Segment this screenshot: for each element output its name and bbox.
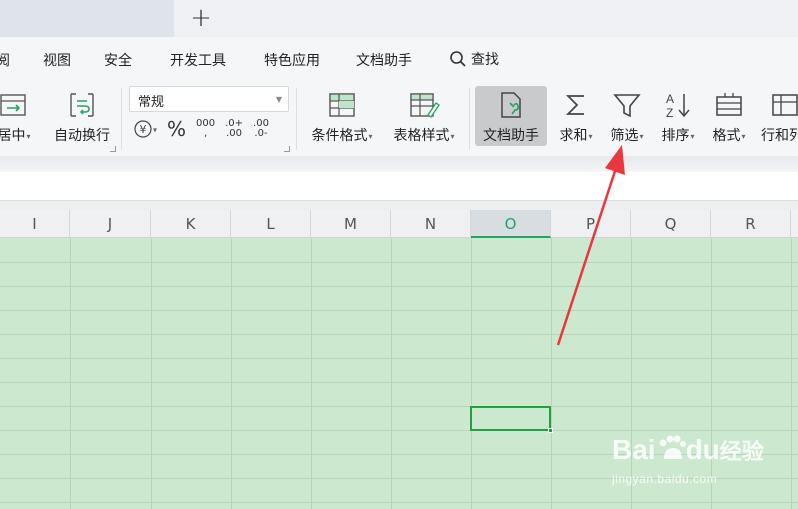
thousands-comma: , bbox=[203, 128, 208, 139]
column-header-row: I J K L M N O P Q R bbox=[0, 210, 798, 238]
formula-gap bbox=[0, 201, 798, 210]
sigma-icon bbox=[563, 88, 589, 122]
table-style-button[interactable]: 表格样式▾ bbox=[386, 88, 462, 145]
tab-bar: + bbox=[0, 0, 798, 37]
currency-button[interactable]: ¥ ▾ bbox=[133, 119, 157, 139]
worksheet-grid[interactable] bbox=[0, 238, 798, 509]
svg-text:¥: ¥ bbox=[140, 123, 147, 136]
paw-icon bbox=[659, 435, 686, 459]
doc-helper-icon bbox=[497, 88, 525, 122]
formula-bar[interactable] bbox=[0, 172, 798, 201]
row-column-button[interactable]: 行和列 bbox=[758, 88, 798, 145]
ribbon-divider bbox=[469, 88, 470, 150]
ribbon-divider bbox=[296, 88, 297, 150]
sum-label: 求和 bbox=[559, 128, 588, 144]
column-header-o[interactable]: O bbox=[471, 210, 551, 238]
wrap-text-button[interactable]: 自动换行 bbox=[50, 88, 114, 145]
column-header-i[interactable]: I bbox=[0, 210, 70, 238]
column-header-r[interactable]: R bbox=[711, 210, 791, 238]
thousands-separator-button[interactable]: 000 , bbox=[196, 119, 215, 139]
menu-doc-helper[interactable]: 文档助手 bbox=[356, 50, 412, 70]
watermark-brand-suffix: du bbox=[685, 434, 720, 465]
increase-decimal-bottom: .00 bbox=[226, 128, 243, 139]
filter-label: 筛选 bbox=[610, 128, 639, 144]
sort-icon: A Z bbox=[663, 88, 693, 122]
increase-decimal-button[interactable]: .0+ .00 bbox=[225, 119, 243, 139]
search-button[interactable]: 查找 bbox=[449, 49, 499, 69]
conditional-format-icon bbox=[327, 88, 357, 122]
column-header-l[interactable]: L bbox=[231, 210, 311, 238]
filter-icon bbox=[612, 88, 642, 122]
merge-center-label: 居中 bbox=[0, 128, 26, 144]
table-style-label: 表格样式 bbox=[393, 128, 450, 144]
sum-button[interactable]: 求和▾ bbox=[553, 88, 599, 145]
baidu-watermark: Bai du经验 jingyan.baidu.com bbox=[612, 434, 764, 486]
menu-review[interactable]: 阅 bbox=[0, 50, 10, 70]
doc-helper-label: 文档助手 bbox=[483, 128, 539, 144]
sort-button[interactable]: A Z 排序▾ bbox=[655, 88, 701, 145]
sort-label: 排序 bbox=[661, 128, 690, 144]
column-header-q[interactable]: Q bbox=[631, 210, 711, 238]
column-header-m[interactable]: M bbox=[311, 210, 391, 238]
format-label: 格式 bbox=[712, 128, 741, 144]
decrease-decimal-bottom: .0- bbox=[254, 128, 268, 139]
watermark-url: jingyan.baidu.com bbox=[612, 472, 718, 486]
merge-center-icon bbox=[0, 88, 29, 122]
conditional-format-label: 条件格式 bbox=[311, 128, 368, 144]
row-column-label: 行和列 bbox=[761, 128, 798, 144]
fill-handle[interactable] bbox=[548, 428, 553, 433]
conditional-format-button[interactable]: 条件格式▾ bbox=[304, 88, 380, 145]
wrap-text-icon bbox=[66, 88, 98, 122]
number-dialog-launcher[interactable] bbox=[284, 146, 290, 152]
watermark-brand: Bai bbox=[612, 434, 656, 465]
column-header-n[interactable]: N bbox=[391, 210, 471, 238]
row-column-icon bbox=[770, 88, 798, 122]
percent-button[interactable]: % bbox=[167, 117, 186, 141]
search-icon bbox=[450, 51, 466, 67]
column-header-j[interactable]: J bbox=[70, 210, 151, 238]
number-format-select[interactable]: 常规 ▼ bbox=[129, 86, 289, 112]
document-tab[interactable] bbox=[0, 0, 174, 37]
menu-view[interactable]: 视图 bbox=[43, 50, 71, 70]
alignment-dialog-launcher[interactable] bbox=[110, 146, 116, 152]
number-format-buttons: ¥ ▾ % 000 , .0+ .00 .00 .0- bbox=[133, 116, 269, 142]
menu-bar: 阅 视图 安全 开发工具 特色应用 文档助手 查找 bbox=[0, 37, 798, 82]
menu-security[interactable]: 安全 bbox=[104, 50, 132, 70]
new-tab-button[interactable]: + bbox=[186, 3, 216, 33]
decrease-decimal-button[interactable]: .00 .0- bbox=[253, 119, 269, 139]
ribbon-divider bbox=[121, 88, 122, 150]
wrap-text-label: 自动换行 bbox=[54, 128, 110, 144]
number-format-value: 常规 bbox=[138, 95, 165, 110]
filter-button[interactable]: 筛选▾ bbox=[604, 88, 650, 145]
table-style-icon bbox=[408, 88, 440, 122]
format-button[interactable]: 格式▾ bbox=[706, 88, 752, 145]
watermark-cn: 经验 bbox=[719, 439, 764, 464]
selected-cell[interactable] bbox=[470, 406, 551, 431]
search-label: 查找 bbox=[471, 52, 499, 68]
doc-helper-button[interactable]: 文档助手 bbox=[475, 88, 547, 145]
menu-special-apps[interactable]: 特色应用 bbox=[264, 50, 320, 70]
format-icon bbox=[714, 88, 744, 122]
svg-text:A: A bbox=[666, 92, 674, 106]
chevron-down-icon: ▼ bbox=[275, 95, 282, 104]
currency-icon: ¥ bbox=[134, 120, 152, 138]
column-header-p[interactable]: P bbox=[551, 210, 631, 238]
merge-center-button[interactable]: 居中▾ bbox=[0, 88, 34, 145]
menu-developer-tools[interactable]: 开发工具 bbox=[170, 50, 226, 70]
svg-text:Z: Z bbox=[666, 106, 673, 120]
ribbon-bottom bbox=[0, 156, 798, 172]
column-header-k[interactable]: K bbox=[151, 210, 231, 238]
